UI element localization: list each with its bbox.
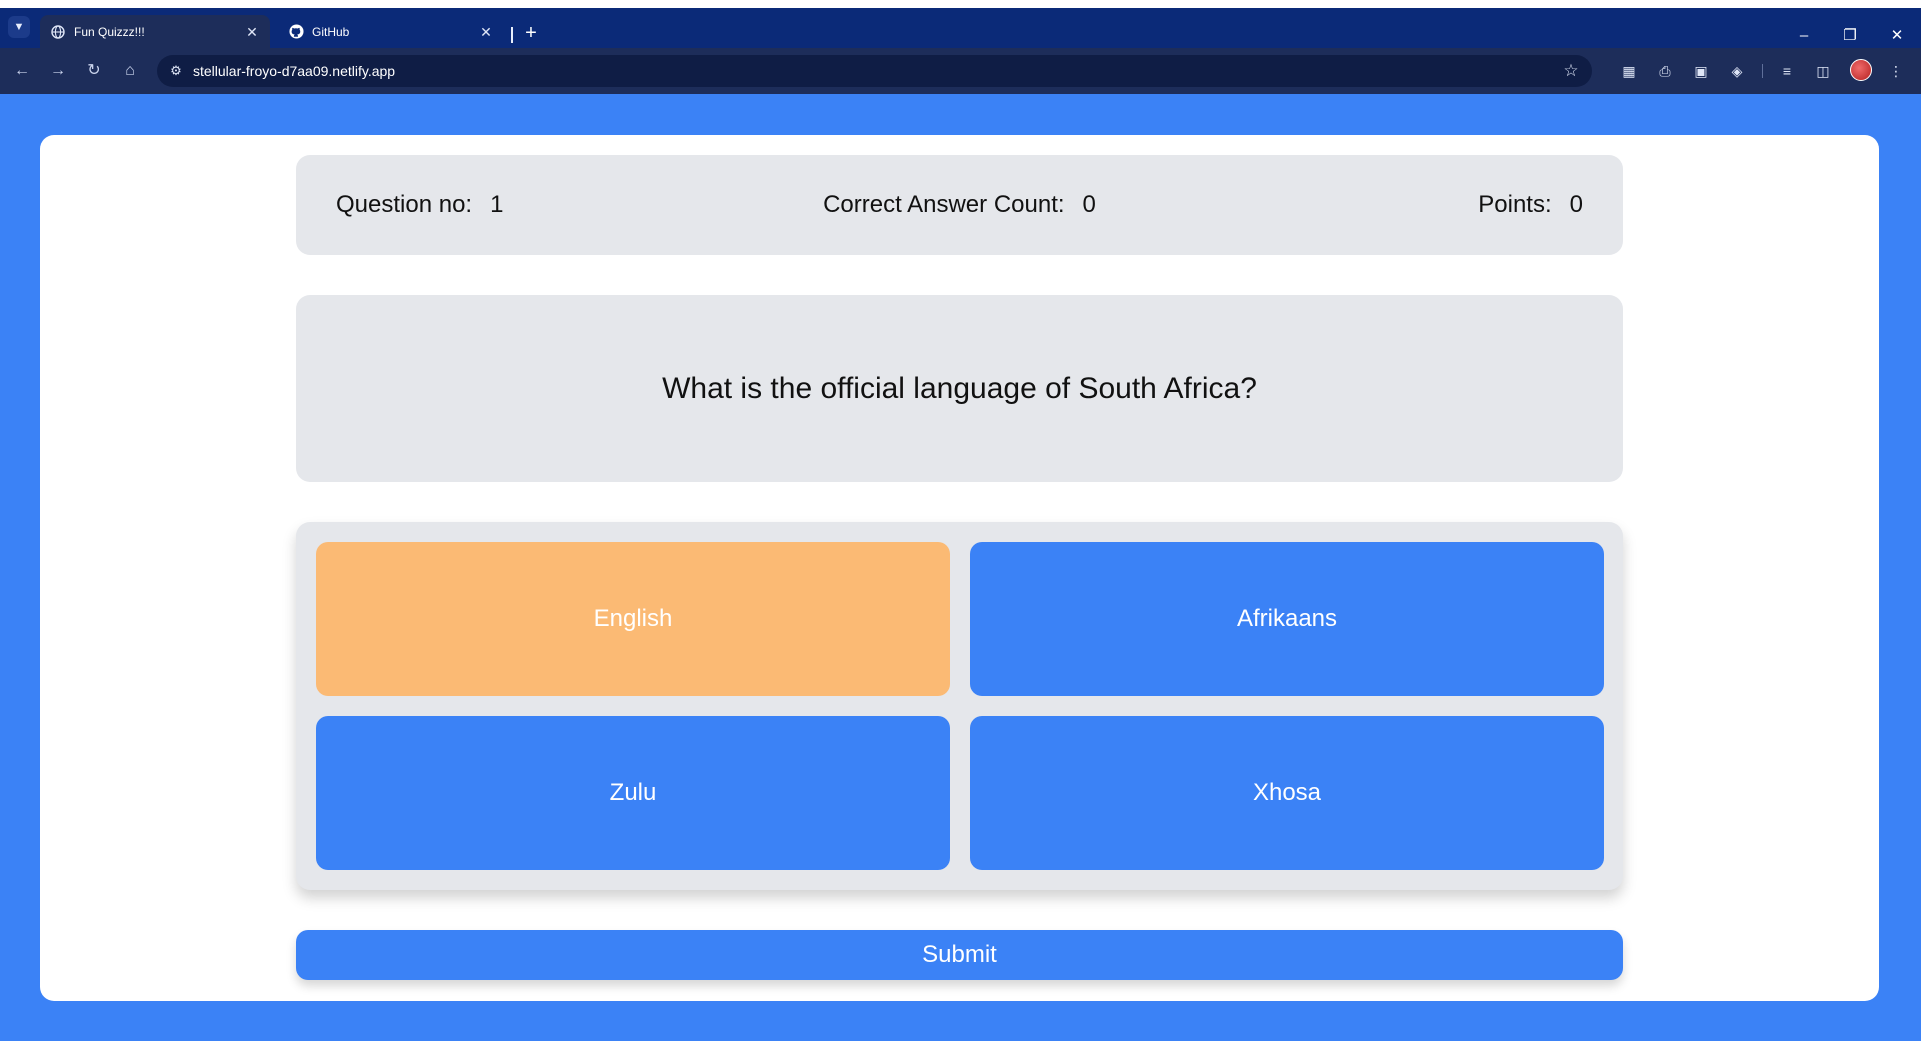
answer-option-english[interactable]: English bbox=[316, 542, 950, 696]
plus-icon: + bbox=[525, 22, 537, 44]
correct-count-label: Correct Answer Count: bbox=[823, 191, 1065, 218]
answer-option-zulu[interactable]: Zulu bbox=[316, 716, 950, 870]
url-text[interactable]: stellular-froyo-d7aa09.netlify.app bbox=[193, 55, 395, 87]
points-stat: Points: 0 bbox=[1478, 155, 1583, 255]
tab-search-button[interactable]: ▼ bbox=[8, 16, 30, 38]
translate-icon[interactable]: ▦ bbox=[1618, 60, 1640, 82]
tab-title: GitHub bbox=[312, 24, 350, 39]
tab-title: Fun Quizzz!!! bbox=[74, 24, 145, 39]
new-tab-button[interactable]: + bbox=[520, 22, 542, 44]
points-value: 0 bbox=[1569, 191, 1583, 218]
side-panel-icon[interactable]: ◫ bbox=[1812, 60, 1834, 82]
correct-count-stat: Correct Answer Count: 0 bbox=[296, 155, 1623, 255]
home-button[interactable]: ⌂ bbox=[118, 59, 142, 83]
extensions-puzzle-icon[interactable]: ◈ bbox=[1726, 60, 1748, 82]
tab-fun-quizzz[interactable]: Fun Quizzz!!! ✕ bbox=[40, 15, 270, 48]
more-menu-icon[interactable]: ⋮ bbox=[1885, 60, 1907, 82]
answer-option-afrikaans[interactable]: Afrikaans bbox=[970, 542, 1604, 696]
toolbar-divider bbox=[1762, 64, 1763, 78]
reading-list-icon[interactable]: ≡ bbox=[1776, 60, 1798, 82]
forward-button[interactable]: → bbox=[46, 59, 70, 83]
submit-button[interactable]: Submit bbox=[296, 930, 1623, 980]
browser-tab-strip: ▼ Fun Quizzz!!! ✕ GitHub ✕ + – ❐ ✕ bbox=[0, 8, 1921, 48]
close-icon: ✕ bbox=[1890, 27, 1904, 44]
tab-divider bbox=[511, 27, 513, 43]
github-icon bbox=[288, 24, 304, 40]
answer-option-xhosa[interactable]: Xhosa bbox=[970, 716, 1604, 870]
window-top-edge bbox=[0, 0, 1921, 8]
browser-window: ▼ Fun Quizzz!!! ✕ GitHub ✕ + – ❐ ✕ ← → ↻… bbox=[0, 0, 1921, 1041]
reload-button[interactable]: ↻ bbox=[82, 59, 106, 83]
close-icon[interactable]: ✕ bbox=[476, 22, 496, 42]
address-bar[interactable]: ⚙ stellular-froyo-d7aa09.netlify.app ☆ bbox=[157, 55, 1592, 87]
answers-panel: English Afrikaans Zulu Xhosa bbox=[296, 522, 1623, 890]
close-icon[interactable]: ✕ bbox=[242, 22, 262, 42]
printer-icon[interactable]: ⎙ bbox=[1654, 60, 1676, 82]
forward-arrow-icon: → bbox=[50, 62, 66, 79]
back-button[interactable]: ← bbox=[10, 59, 34, 83]
globe-icon bbox=[50, 24, 66, 40]
chevron-down-icon: ▼ bbox=[13, 21, 25, 33]
bookmark-star-icon[interactable]: ☆ bbox=[1560, 60, 1582, 82]
back-arrow-icon: ← bbox=[14, 62, 30, 79]
screen-cast-icon[interactable]: ▣ bbox=[1690, 60, 1712, 82]
reload-icon: ↻ bbox=[87, 62, 101, 79]
correct-count-value: 0 bbox=[1082, 191, 1096, 218]
question-text: What is the official language of South A… bbox=[662, 372, 1257, 405]
browser-toolbar: ← → ↻ ⌂ ⚙ stellular-froyo-d7aa09.netlify… bbox=[0, 48, 1921, 94]
minimize-icon: – bbox=[1799, 27, 1809, 44]
page-viewport: Question no: 1 Correct Answer Count: 0 Poi… bbox=[0, 94, 1921, 1041]
tab-github[interactable]: GitHub ✕ bbox=[278, 15, 504, 48]
home-icon: ⌂ bbox=[125, 62, 135, 79]
restore-icon: ❐ bbox=[1843, 27, 1857, 44]
question-panel: What is the official language of South A… bbox=[296, 295, 1623, 482]
site-info-icon[interactable]: ⚙ bbox=[167, 62, 185, 80]
quiz-card: Question no: 1 Correct Answer Count: 0 Poi… bbox=[40, 135, 1879, 1001]
points-label: Points: bbox=[1478, 191, 1552, 218]
stats-bar: Question no: 1 Correct Answer Count: 0 Poi… bbox=[296, 155, 1623, 255]
profile-avatar[interactable] bbox=[1850, 59, 1872, 81]
